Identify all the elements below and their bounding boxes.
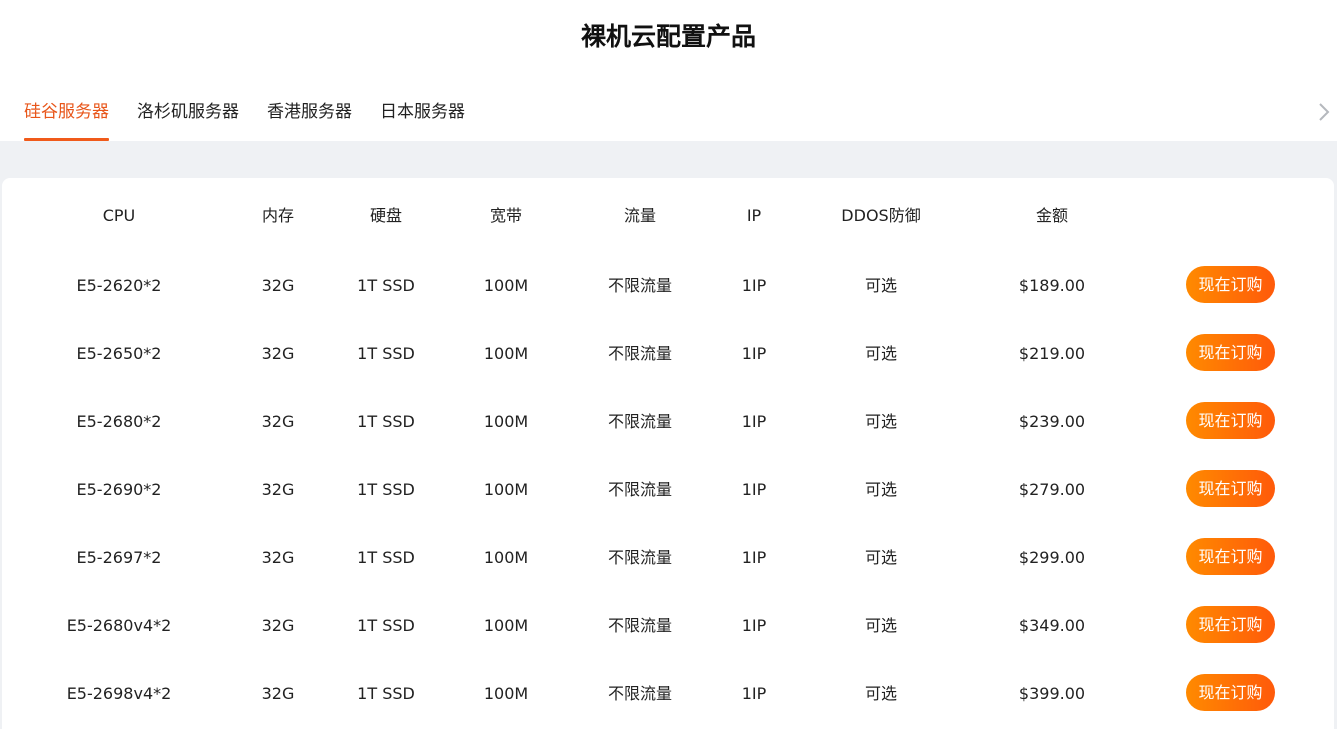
cell-traffic: 不限流量 [607,344,672,363]
cell-memory: 32G [261,548,295,567]
cell-traffic: 不限流量 [607,548,672,567]
cell-memory: 32G [261,412,295,431]
order-now-button[interactable]: 现在订购 [1186,606,1275,643]
cell-memory: 32G [261,480,295,499]
cell-ddos: 可选 [864,412,897,431]
cell-disk: 1T SSD [357,616,415,635]
header-traffic: 流量 [623,206,656,225]
cell-bandwidth: 100M [483,480,529,499]
cell-price: $189.00 [1018,276,1086,295]
cell-ddos: 可选 [864,616,897,635]
chevron-right-icon[interactable] [1317,100,1331,124]
cell-cpu: E5-2650*2 [76,344,162,363]
cell-memory: 32G [261,344,295,363]
cell-bandwidth: 100M [483,684,529,703]
cell-traffic: 不限流量 [607,276,672,295]
cell-disk: 1T SSD [357,412,415,431]
tab-japan[interactable]: 日本服务器 [380,94,465,141]
cell-cpu: E5-2620*2 [76,276,162,295]
cell-ddos: 可选 [864,480,897,499]
table-row: E5-2620*2 32G 1T SSD 100M 不限流量 1IP 可选 $1… [2,266,1334,306]
cell-traffic: 不限流量 [607,412,672,431]
cell-bandwidth: 100M [483,616,529,635]
cell-cpu: E5-2680*2 [76,412,162,431]
cell-cpu: E5-2698v4*2 [66,684,172,703]
tab-los-angeles[interactable]: 洛杉矶服务器 [137,94,239,141]
cell-traffic: 不限流量 [607,684,672,703]
cell-disk: 1T SSD [357,480,415,499]
cell-disk: 1T SSD [357,344,415,363]
tab-hong-kong[interactable]: 香港服务器 [267,94,352,141]
cell-bandwidth: 100M [483,412,529,431]
cell-price: $349.00 [1018,616,1086,635]
cell-memory: 32G [261,684,295,703]
header-price: 金额 [1035,206,1068,225]
order-now-button[interactable]: 现在订购 [1186,402,1275,439]
header-cpu: CPU [102,206,136,225]
cell-ddos: 可选 [864,684,897,703]
cell-ddos: 可选 [864,344,897,363]
cell-ddos: 可选 [864,548,897,567]
order-now-button[interactable]: 现在订购 [1186,266,1275,303]
cell-disk: 1T SSD [357,548,415,567]
region-tabs: 硅谷服务器 洛杉矶服务器 香港服务器 日本服务器 [24,94,493,141]
cell-price: $279.00 [1018,480,1086,499]
order-now-button[interactable]: 现在订购 [1186,538,1275,575]
page: 裸机云配置产品 硅谷服务器 洛杉矶服务器 香港服务器 日本服务器 CPU 内存 … [0,0,1337,729]
cell-price: $299.00 [1018,548,1086,567]
cell-price: $219.00 [1018,344,1086,363]
table-row: E5-2680v4*2 32G 1T SSD 100M 不限流量 1IP 可选 … [2,606,1334,646]
cell-memory: 32G [261,276,295,295]
cell-price: $399.00 [1018,684,1086,703]
cell-bandwidth: 100M [483,276,529,295]
cell-bandwidth: 100M [483,548,529,567]
cell-traffic: 不限流量 [607,480,672,499]
cell-ddos: 可选 [864,276,897,295]
order-now-button[interactable]: 现在订购 [1186,674,1275,711]
table-row: E5-2650*2 32G 1T SSD 100M 不限流量 1IP 可选 $2… [2,334,1334,374]
cell-cpu: E5-2680v4*2 [66,616,172,635]
cell-cpu: E5-2690*2 [76,480,162,499]
cell-bandwidth: 100M [483,344,529,363]
table-header-row: CPU 内存 硬盘 宽带 流量 IP DDOS防御 金额 [2,196,1334,236]
table-row: E5-2690*2 32G 1T SSD 100M 不限流量 1IP 可选 $2… [2,470,1334,510]
tab-silicon-valley[interactable]: 硅谷服务器 [24,94,109,141]
header-memory: 内存 [261,206,294,225]
table-row: E5-2698v4*2 32G 1T SSD 100M 不限流量 1IP 可选 … [2,674,1334,714]
pricing-table: CPU 内存 硬盘 宽带 流量 IP DDOS防御 金额 E5-2620*2 3… [2,178,1334,729]
cell-disk: 1T SSD [357,684,415,703]
cell-price: $239.00 [1018,412,1086,431]
cell-traffic: 不限流量 [607,616,672,635]
header-bandwidth: 宽带 [489,206,522,225]
order-now-button[interactable]: 现在订购 [1186,470,1275,507]
header-ddos: DDOS防御 [841,206,921,225]
cell-memory: 32G [261,616,295,635]
header: 裸机云配置产品 硅谷服务器 洛杉矶服务器 香港服务器 日本服务器 [0,0,1337,141]
page-title: 裸机云配置产品 [580,22,756,51]
cell-disk: 1T SSD [357,276,415,295]
header-disk: 硬盘 [369,206,402,225]
table-row: E5-2697*2 32G 1T SSD 100M 不限流量 1IP 可选 $2… [2,538,1334,578]
cell-cpu: E5-2697*2 [76,548,162,567]
order-now-button[interactable]: 现在订购 [1186,334,1275,371]
table-row: E5-2680*2 32G 1T SSD 100M 不限流量 1IP 可选 $2… [2,402,1334,442]
